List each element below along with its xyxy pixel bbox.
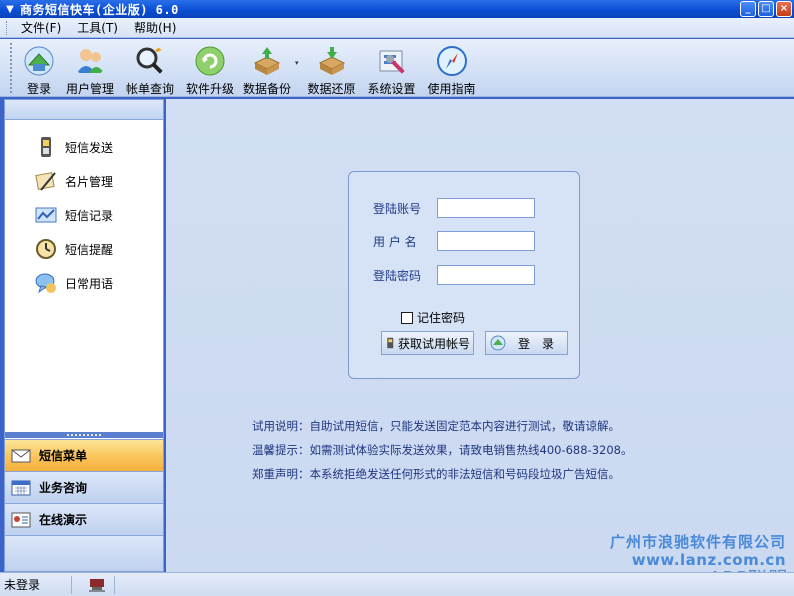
- sidebar-list: 短信发送 名片管理 短信记录 短信提醒 日常用语: [5, 120, 163, 300]
- account-label: 登陆账号: [373, 201, 422, 216]
- remember-password-row: 记住密码: [401, 309, 465, 326]
- login-panel: 登陆账号 用 户 名 登陆密码 记住密码 获取试用帐号 登 录: [348, 171, 580, 379]
- window-controls: _ □ ×: [740, 1, 792, 17]
- toolbar-backup-button[interactable]: 数据备份: [241, 45, 293, 97]
- contact-card-icon: [11, 512, 31, 527]
- password-label: 登陆密码: [373, 268, 422, 283]
- sidebar-footer: [5, 535, 163, 571]
- search-icon: [136, 45, 165, 76]
- menu-bar: 文件(F) 工具(T) 帮助(H): [0, 18, 794, 38]
- password-row: 登陆密码: [373, 265, 535, 285]
- toolbar-guide-button[interactable]: 使用指南: [423, 45, 481, 97]
- backup-dropdown-icon[interactable]: ▾: [295, 59, 299, 67]
- sidebar-item-reminder[interactable]: 短信提醒: [5, 232, 163, 266]
- main-content: 登陆账号 用 户 名 登陆密码 记住密码 获取试用帐号 登 录 试用说明：自助试…: [166, 99, 794, 591]
- clock-icon: [36, 239, 56, 259]
- menu-help[interactable]: 帮助(H): [126, 19, 184, 36]
- phone-icon: [387, 337, 394, 349]
- toolbar-bill-query-label: 帐单查询: [125, 82, 174, 96]
- phone-icon: [41, 137, 51, 157]
- login-icon: [24, 46, 54, 76]
- menu-grip: [6, 20, 9, 35]
- category-label: 业务咨询: [39, 481, 88, 495]
- get-trial-account-button[interactable]: 获取试用帐号: [381, 331, 474, 355]
- login-button[interactable]: 登 录: [485, 331, 568, 355]
- users-icon: [77, 49, 104, 73]
- chat-icon: [35, 273, 56, 294]
- title-bar: ▼ 商务短信快车(企业版) 6.0 _ □ ×: [0, 0, 794, 18]
- account-row: 登陆账号: [373, 198, 535, 218]
- menu-tools[interactable]: 工具(T): [69, 19, 126, 36]
- category-sms-menu[interactable]: 短信菜单: [5, 439, 163, 471]
- sidebar-header: [5, 100, 163, 120]
- sidebar-item-label: 短信记录: [65, 208, 114, 223]
- toolbar-grip: [10, 43, 13, 93]
- sidebar-splitter[interactable]: [5, 432, 163, 438]
- backup-icon: [253, 47, 281, 75]
- toolbar-backup-label: 数据备份: [242, 82, 291, 96]
- username-input[interactable]: [437, 231, 535, 251]
- remember-password-checkbox[interactable]: [401, 311, 413, 324]
- sidebar-item-cards[interactable]: 名片管理: [5, 164, 163, 198]
- mail-icon: [11, 449, 31, 462]
- login-button-label: 登 录: [518, 336, 555, 351]
- maximize-button[interactable]: □: [758, 1, 774, 17]
- category-online-demo[interactable]: 在线演示: [5, 503, 163, 535]
- disclaimer-note: 郑重声明：本系统拒绝发送任何形式的非法短信和号码段垃圾广告短信。: [252, 467, 620, 481]
- username-label: 用 户 名: [373, 234, 417, 249]
- toolbar-settings-button[interactable]: 系统设置: [363, 45, 421, 97]
- category-business-consult[interactable]: 业务咨询: [5, 471, 163, 503]
- trial-note: 试用说明：自助试用短信，只能发送固定范本内容进行测试，敬请谅解。: [252, 419, 620, 433]
- sidebar-item-records[interactable]: 短信记录: [5, 198, 163, 232]
- settings-icon: [379, 50, 407, 77]
- records-icon: [35, 207, 57, 223]
- close-button[interactable]: ×: [776, 1, 792, 17]
- category-label: 短信菜单: [39, 449, 88, 463]
- sidebar-item-phrases[interactable]: 日常用语: [5, 266, 163, 300]
- window-title: 商务短信快车(企业版) 6.0: [20, 2, 179, 17]
- toolbar-settings-label: 系统设置: [367, 82, 416, 96]
- status-separator: [114, 575, 115, 594]
- sidebar-item-label: 日常用语: [65, 276, 114, 291]
- sidebar-item-label: 短信发送: [65, 140, 114, 155]
- login-icon: [490, 335, 506, 351]
- restore-icon: [318, 47, 345, 75]
- sidebar: 短信发送 名片管理 短信记录 短信提醒 日常用语 短信菜单 业务咨询 在线演示: [4, 99, 164, 572]
- tip-note: 温馨提示：如需测试体验实际发送效果，请致电销售热线400-688-3208。: [252, 443, 633, 457]
- toolbar-login-button[interactable]: 登录: [19, 45, 59, 97]
- sidebar-item-label: 短信提醒: [65, 242, 114, 257]
- app-menu-icon[interactable]: ▼: [3, 2, 17, 16]
- network-icon: [89, 578, 105, 591]
- menu-file[interactable]: 文件(F): [13, 19, 69, 36]
- remember-password-label: 记住密码: [417, 311, 466, 325]
- username-row: 用 户 名: [373, 231, 535, 251]
- toolbar-users-label: 用户管理: [65, 82, 114, 96]
- sidebar-item-label: 名片管理: [65, 174, 114, 189]
- toolbar-upgrade-button[interactable]: 软件升级: [181, 45, 239, 97]
- notice-block: 试用说明：自助试用短信，只能发送固定范本内容进行测试，敬请谅解。 温馨提示：如需…: [252, 418, 632, 490]
- get-trial-account-label: 获取试用帐号: [398, 336, 471, 351]
- toolbar-guide-label: 使用指南: [427, 82, 476, 96]
- toolbar: 登录 用户管理 帐单查询 软件升级 数据备份 ▾ 数据还原 系统设置 使用指南: [0, 39, 794, 97]
- minimize-button[interactable]: _: [740, 1, 756, 17]
- login-status: 未登录: [0, 575, 72, 594]
- account-input[interactable]: [437, 198, 535, 218]
- upgrade-icon: [195, 46, 225, 76]
- toolbar-upgrade-label: 软件升级: [185, 82, 234, 96]
- calendar-icon: [11, 480, 31, 495]
- company-watermark: 广州市浪驰软件有限公司: [609, 533, 786, 551]
- toolbar-users-button[interactable]: 用户管理: [61, 45, 119, 97]
- sidebar-item-send-sms[interactable]: 短信发送: [5, 130, 163, 164]
- password-input[interactable]: [437, 265, 535, 285]
- category-label: 在线演示: [39, 513, 88, 527]
- status-bar: 未登录: [0, 572, 794, 596]
- compass-icon: [436, 46, 467, 76]
- toolbar-restore-button[interactable]: 数据还原: [303, 45, 361, 97]
- toolbar-restore-label: 数据还原: [307, 82, 356, 96]
- toolbar-bill-query-button[interactable]: 帐单查询: [121, 45, 179, 97]
- card-pen-icon: [35, 172, 56, 191]
- toolbar-login-label: 登录: [26, 82, 51, 96]
